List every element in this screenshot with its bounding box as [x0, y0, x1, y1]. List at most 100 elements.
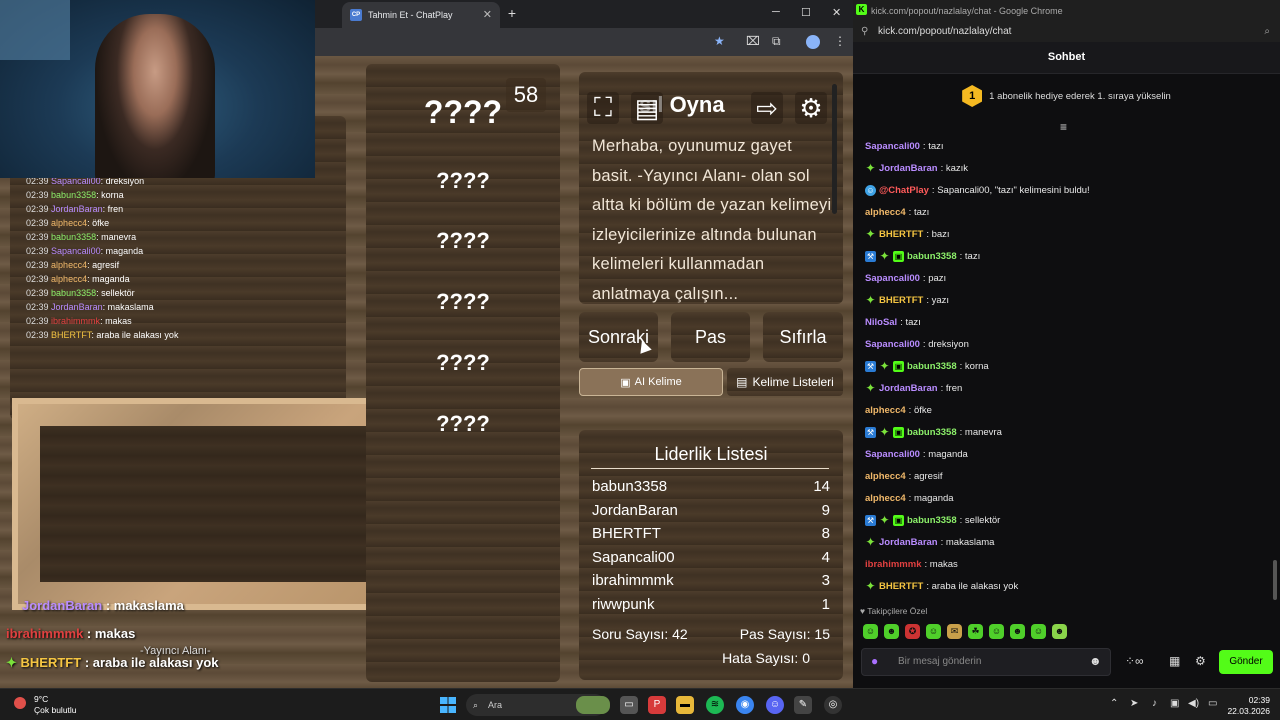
emote-icon[interactable]: ☻ — [884, 624, 899, 639]
emote-icon[interactable]: ✪ — [905, 624, 920, 639]
fullscreen-icon[interactable]: ⛶ — [587, 92, 619, 124]
exit-icon[interactable]: ⇨ — [751, 92, 783, 124]
emote-icon[interactable]: ☺ — [863, 624, 878, 639]
notes-icon[interactable]: ▤ — [631, 92, 663, 124]
chat-username[interactable]: BHERTFT — [879, 229, 923, 240]
tray-volume-icon[interactable]: ◀) — [1188, 698, 1199, 709]
chat-username[interactable]: BHERTFT — [879, 295, 923, 306]
chat-username[interactable]: BHERTFT — [879, 581, 923, 592]
chat-address-bar[interactable]: ⚲ kick.com/popout/nazlalay/chat ⌕ — [853, 22, 1280, 42]
chat-username[interactable]: Sapancali00 — [865, 449, 920, 460]
chat-username[interactable]: babun3358 — [907, 427, 957, 438]
chat-username[interactable]: alphecc4 — [865, 405, 906, 416]
emote-icon[interactable]: ☻ — [1010, 624, 1025, 639]
chat-message[interactable]: ✦ JordanBaran: kazık — [865, 162, 968, 174]
chat-username[interactable]: ibrahimmmk — [865, 559, 922, 570]
chat-scrollbar[interactable] — [1273, 560, 1277, 600]
chat-message[interactable]: ✦ BHERTFT: bazı — [865, 228, 949, 240]
spotify-icon[interactable]: ≋ — [706, 696, 724, 714]
minimize-button[interactable]: ─ — [772, 6, 780, 18]
bookmark-star-icon[interactable]: ★ — [714, 34, 725, 48]
chat-username[interactable]: babun3358 — [907, 251, 957, 262]
translate-icon[interactable]: ⌧ — [746, 34, 760, 48]
task-view-icon[interactable]: ▭ — [620, 696, 638, 714]
chat-settings-icon[interactable]: ⚙ — [1195, 654, 1206, 668]
chat-username[interactable]: Sapancali00 — [865, 141, 920, 152]
chat-message[interactable]: alphecc4: agresif — [865, 471, 942, 482]
app-icon-p[interactable]: P — [648, 696, 666, 714]
ai-word-button[interactable]: ▣ AI Kelime — [579, 368, 723, 396]
app-icon-pen[interactable]: ✎ — [794, 696, 812, 714]
site-info-icon[interactable]: ⚲ — [861, 22, 868, 42]
tray-screen-icon[interactable]: ▣ — [1170, 698, 1179, 709]
chat-message[interactable]: ✦ JordanBaran: makaslama — [865, 536, 994, 548]
taskbar-widget-image[interactable] — [576, 696, 610, 714]
emote-icon[interactable]: ☘ — [968, 624, 983, 639]
windows-start-icon[interactable] — [440, 697, 456, 713]
close-window-button[interactable]: ✕ — [832, 6, 841, 19]
chat-message[interactable]: ☺ @ChatPlay: Sapancali00, "tazı" kelimesi… — [865, 185, 1090, 196]
new-tab-button[interactable]: + — [504, 5, 520, 21]
microphone-icon[interactable]: ● — [871, 654, 878, 668]
chat-username[interactable]: alphecc4 — [865, 207, 906, 218]
chat-message[interactable]: ⚒ ✦ ▣ babun3358: manevra — [865, 426, 1002, 438]
chat-username[interactable]: JordanBaran — [879, 537, 938, 548]
taskbar-clock[interactable]: 02:39 22.03.2026 — [1227, 695, 1270, 717]
chat-message[interactable]: Sapancali00: maganda — [865, 449, 968, 460]
chat-username[interactable]: babun3358 — [907, 515, 957, 526]
file-explorer-icon[interactable]: ▬ — [676, 696, 694, 714]
chat-message[interactable]: NiloSal: tazı — [865, 317, 921, 328]
chat-username[interactable]: JordanBaran — [879, 163, 938, 174]
chrome-icon[interactable]: ◉ — [736, 696, 754, 714]
chat-message[interactable]: Sapancali00: tazı — [865, 141, 944, 152]
chat-message[interactable]: Sapancali00: pazı — [865, 273, 946, 284]
gift-leaderboard-banner[interactable]: 1 1 abonelik hediye ederek 1. sıraya yük… — [853, 74, 1280, 118]
tray-app-icon[interactable]: ➤ — [1130, 698, 1138, 709]
emote-icon[interactable]: ☻ — [1052, 624, 1067, 639]
tab-close-icon[interactable]: ✕ — [483, 8, 492, 21]
emote-icon[interactable]: ☺ — [926, 624, 941, 639]
chat-message[interactable]: ibrahimmmk: makas — [865, 559, 958, 570]
users-icon[interactable]: ⁘∞ — [1125, 654, 1144, 668]
tray-mic-icon[interactable]: ♪ — [1152, 698, 1157, 709]
obs-icon[interactable]: ◎ — [824, 696, 842, 714]
chat-username[interactable]: JordanBaran — [879, 383, 938, 394]
chat-username[interactable]: Sapancali00 — [865, 339, 920, 350]
send-button[interactable]: Gönder — [1219, 650, 1273, 674]
chat-message[interactable]: alphecc4: tazı — [865, 207, 929, 218]
settings-gear-icon[interactable]: ⚙ — [795, 92, 827, 124]
chat-message[interactable]: ✦ BHERTFT: araba ile alakası yok — [865, 580, 1018, 592]
next-button[interactable]: Sonraki — [579, 312, 658, 362]
chat-username[interactable]: babun3358 — [907, 361, 957, 372]
chat-message[interactable]: ⚒ ✦ ▣ babun3358: tazı — [865, 250, 980, 262]
extensions-icon[interactable]: ⧉ — [772, 34, 781, 49]
tray-overflow-icon[interactable]: ⌃ — [1110, 698, 1118, 709]
maximize-button[interactable]: ☐ — [801, 6, 811, 19]
chat-username[interactable]: Sapancali00 — [865, 273, 920, 284]
zoom-icon[interactable]: ⌕ — [1264, 22, 1270, 42]
emote-icon[interactable]: ☺ — [1031, 624, 1046, 639]
chat-username[interactable]: NiloSal — [865, 317, 897, 328]
word-lists-button[interactable]: ▤ Kelime Listeleri — [727, 368, 843, 396]
tray-battery-icon[interactable]: ▭ — [1208, 698, 1217, 709]
discord-icon[interactable]: ☺ — [766, 696, 784, 714]
emote-icon[interactable]: ✉ — [947, 624, 962, 639]
chat-message[interactable]: alphecc4: öfke — [865, 405, 932, 416]
chat-message[interactable]: ⚒ ✦ ▣ babun3358: korna — [865, 360, 989, 372]
reset-button[interactable]: Sıfırla — [763, 312, 843, 362]
chat-message[interactable]: ✦ BHERTFT: yazı — [865, 294, 949, 306]
weather-widget[interactable]: 9°C Çok bulutlu — [14, 694, 77, 716]
info-scrollbar[interactable] — [832, 84, 837, 214]
pinned-messages-icon[interactable]: ≡ — [1060, 120, 1067, 134]
pass-button[interactable]: Pas — [671, 312, 750, 362]
menu-dots-icon[interactable]: ⋮ — [834, 34, 846, 48]
chat-username[interactable]: alphecc4 — [865, 471, 906, 482]
store-icon[interactable]: ▦ — [1169, 654, 1180, 668]
chat-message[interactable]: ⚒ ✦ ▣ babun3358: sellektör — [865, 514, 1000, 526]
tab-tahmin-et[interactable]: CP Tahmin Et - ChatPlay ✕ — [342, 2, 500, 28]
emoji-picker-icon[interactable]: ☻ — [1089, 654, 1102, 668]
chat-message[interactable]: alphecc4: maganda — [865, 493, 954, 504]
chat-username[interactable]: @ChatPlay — [879, 185, 929, 196]
chat-username[interactable]: alphecc4 — [865, 493, 906, 504]
chat-message[interactable]: ✦ JordanBaran: fren — [865, 382, 962, 394]
